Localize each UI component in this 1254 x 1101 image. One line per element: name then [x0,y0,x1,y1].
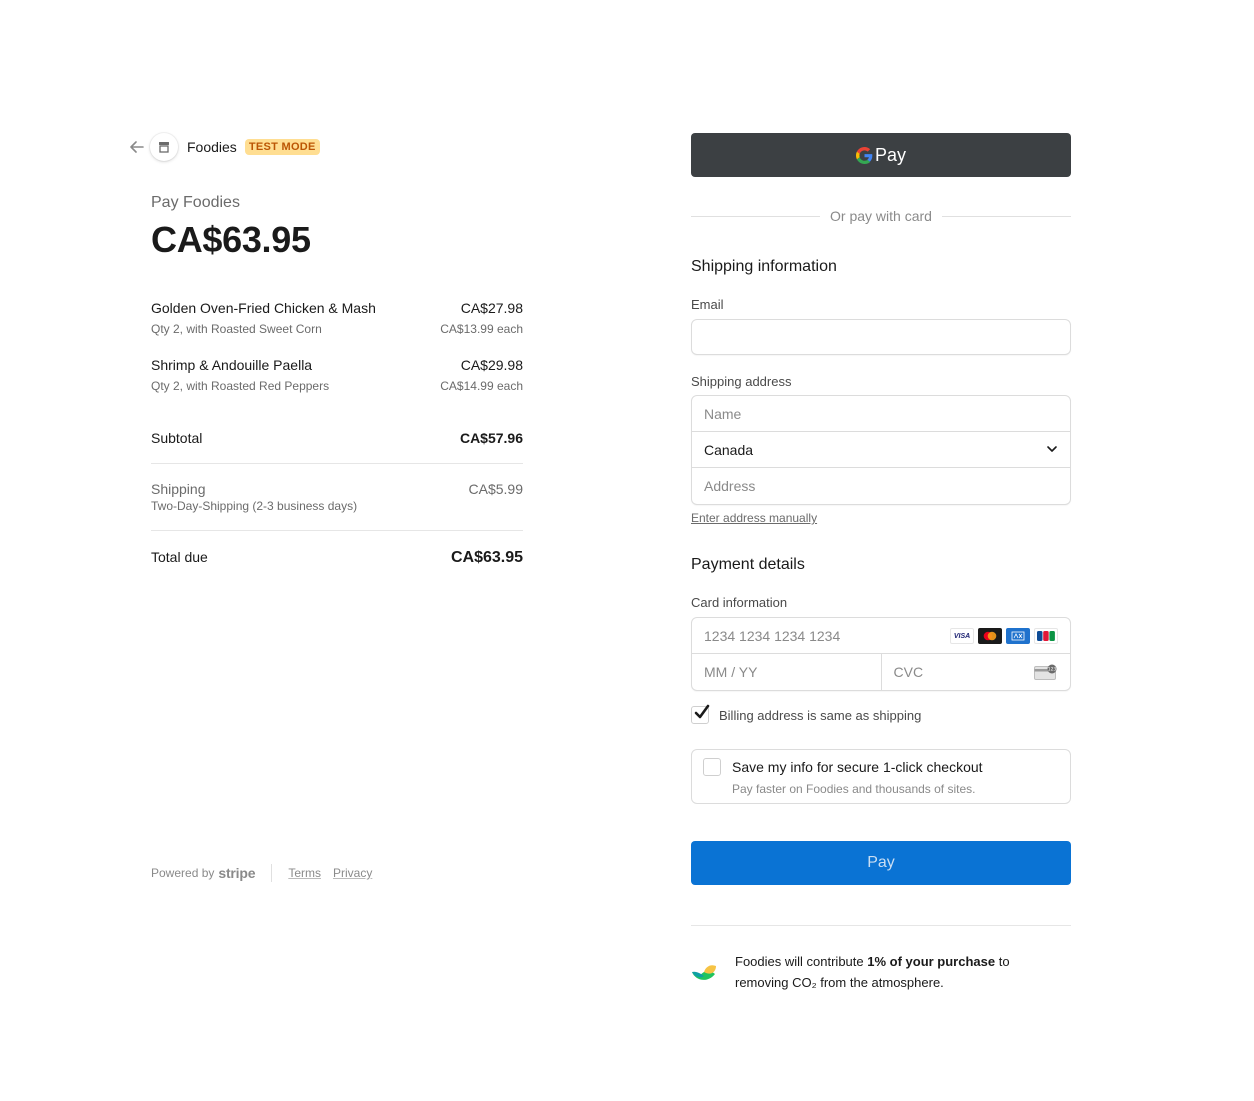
stripe-logo[interactable]: stripe [218,865,255,881]
divider [691,925,1071,926]
name-field[interactable]: Name [692,396,1070,432]
cvc-field[interactable]: CVC 123 [880,654,1071,690]
divider [151,530,523,531]
enter-address-manually-link[interactable]: Enter address manually [691,511,817,525]
billing-same-row[interactable]: Billing address is same as shipping [691,704,922,724]
billing-same-checkbox[interactable] [691,704,710,724]
test-mode-badge: TEST MODE [244,139,320,155]
country-select[interactable]: Canada [692,432,1070,468]
amex-icon [1006,628,1030,644]
save-info-title: Save my info for secure 1-click checkout [732,759,983,775]
google-pay-button[interactable]: Pay [691,133,1071,177]
shipping-information-title: Shipping information [691,258,837,275]
store-icon [150,133,178,161]
footer-separator [271,864,273,882]
item-total: CA$27.98 [460,300,523,316]
item-unit-price: CA$14.99 each [440,379,523,393]
expiry-placeholder: MM / YY [704,664,758,680]
powered-by-label: Powered by [151,866,215,880]
divider [151,463,523,464]
line-item: Shrimp & Andouille Paella CA$29.98 Qty 2… [151,357,523,393]
checkmark-icon [694,704,710,719]
merchant-header: Foodies TEST MODE [128,133,320,161]
svg-text:123: 123 [1048,667,1057,673]
chevron-down-icon [1047,446,1057,452]
subtotal-value: CA$57.96 [459,430,523,446]
item-detail: Qty 2, with Roasted Sweet Corn [151,322,322,336]
google-g-icon [855,146,873,164]
payment-details-title: Payment details [691,556,805,573]
save-info-checkbox[interactable] [703,758,721,776]
item-name: Shrimp & Andouille Paella [151,357,313,373]
address-field[interactable]: Address [692,468,1070,504]
card-number-placeholder: 1234 1234 1234 1234 [704,627,841,644]
climate-leaf-icon [692,965,716,980]
billing-same-label: Billing address is same as shipping [719,707,922,723]
country-value: Canada [704,441,754,458]
shipping-value: CA$5.99 [468,481,523,497]
total-due-label: Total due [151,549,208,565]
privacy-link[interactable]: Privacy [333,866,372,880]
item-name: Golden Oven-Fried Chicken & Mash [151,300,376,316]
climate-text: Foodies will contribute 1% of your purch… [735,954,1010,990]
total-due-row: Total due CA$63.95 [151,549,523,567]
cvc-placeholder: CVC [893,664,924,680]
shipping-address-group: Name Canada Address [691,395,1071,505]
google-pay-label: Pay [874,144,907,165]
card-number-field[interactable]: 1234 1234 1234 1234 VISA [692,618,1070,654]
climate-bold-text: 1% of your purchase [867,954,996,969]
total-amount: CA$63.95 [151,219,311,260]
shipping-detail: Two-Day-Shipping (2-3 business days) [151,499,358,513]
total-due-value: CA$63.95 [450,549,523,566]
visa-icon: VISA [950,628,974,644]
pay-merchant-label: Pay Foodies [151,194,240,211]
terms-link[interactable]: Terms [288,866,321,880]
expiry-field[interactable]: MM / YY [692,654,881,690]
or-divider: Or pay with card [691,208,1071,224]
subtotal-label: Subtotal [151,430,203,446]
mastercard-icon [978,628,1002,644]
card-brands: VISA [950,628,1058,644]
item-total: CA$29.98 [460,357,523,373]
save-info-subtitle: Pay faster on Foodies and thousands of s… [732,782,976,796]
climate-contribution: Foodies will contribute 1% of your purch… [691,951,1071,993]
card-information-group: 1234 1234 1234 1234 VISA MM / YY CVC 123 [691,617,1071,691]
item-detail: Qty 2, with Roasted Red Peppers [151,379,330,393]
footer: Powered by stripe Terms Privacy [151,864,384,882]
card-information-label: Card information [691,595,788,610]
item-unit-price: CA$13.99 each [440,322,523,336]
merchant-name: Foodies [187,139,237,155]
back-arrow-icon[interactable] [128,138,146,156]
name-placeholder: Name [704,405,742,422]
pay-button[interactable]: Pay [691,841,1071,885]
email-label: Email [691,297,724,312]
jcb-icon [1034,628,1058,644]
address-placeholder: Address [704,478,756,494]
or-pay-with-card-text: Or pay with card [830,208,932,224]
shipping-row: Shipping CA$5.99 [151,481,523,497]
cvc-card-icon: 123 [1034,664,1057,680]
shipping-address-label: Shipping address [691,374,792,389]
email-field[interactable] [691,319,1071,355]
save-info-box[interactable]: Save my info for secure 1-click checkout… [691,749,1071,804]
line-item: Golden Oven-Fried Chicken & Mash CA$27.9… [151,300,523,336]
shipping-label: Shipping [151,481,206,497]
subtotal-row: Subtotal CA$57.96 [151,430,523,446]
